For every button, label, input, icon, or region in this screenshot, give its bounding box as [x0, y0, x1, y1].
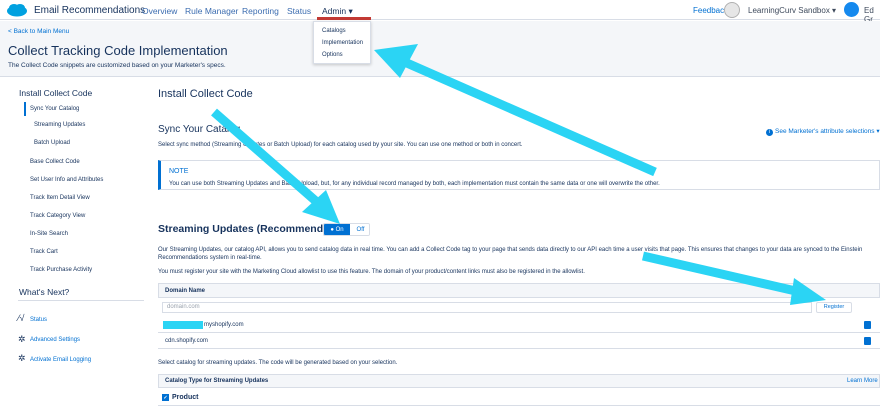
menu-item-catalogs[interactable]: Catalogs	[322, 28, 346, 34]
streaming-updates-heading: Streaming Updates (Recommended)	[158, 223, 339, 235]
note-body: You can use both Streaming Updates and B…	[169, 181, 660, 187]
catalog-row-product: ✓ Product	[158, 390, 880, 406]
domain-value: cdn.shopify.com	[165, 338, 208, 344]
domain-row: cdn.shopify.com	[158, 334, 880, 349]
account-switcher[interactable]: LearningCurv Sandbox ▾	[748, 6, 836, 15]
gear-icon: ✲	[18, 353, 26, 363]
sidebar-item-set-user-info[interactable]: Set User Info and Attributes	[30, 177, 103, 183]
register-description: You must register your site with the Mar…	[158, 269, 585, 275]
domain-table-header: Domain Name	[158, 283, 880, 298]
install-collect-code-heading: Install Collect Code	[158, 88, 253, 100]
streaming-description: Our Streaming Updates, our catalog API, …	[158, 246, 880, 262]
domain-input[interactable]: domain.com	[162, 302, 812, 313]
toggle-off-button[interactable]: Off	[350, 224, 369, 235]
marketer-attributes-link[interactable]: i See Marketer's attribute selections ▾	[766, 127, 880, 136]
sidebar-item-base-collect-code[interactable]: Base Collect Code	[30, 159, 80, 165]
sync-description: Select sync method (Streaming Updates or…	[158, 142, 523, 148]
sidebar-link-advanced-settings[interactable]: Advanced Settings	[30, 337, 80, 343]
pulse-icon: ⁄√	[18, 313, 25, 323]
product-checkbox[interactable]: ✓	[162, 394, 169, 401]
nav-overview[interactable]: Overview	[142, 6, 177, 16]
sidebar-link-email-logging[interactable]: Activate Email Logging	[30, 357, 91, 363]
streaming-description-line-1: Our Streaming Updates, our catalog API, …	[158, 247, 863, 253]
nav-admin[interactable]: Admin ▾	[322, 6, 353, 17]
cloud-logo-icon	[7, 4, 27, 17]
app-name[interactable]: Email Recommendations	[34, 5, 145, 16]
catalog-table-header: Catalog Type for Streaming Updates Learn…	[158, 374, 880, 388]
streaming-toggle[interactable]: ● On Off	[323, 223, 370, 236]
nav-status[interactable]: Status	[287, 6, 311, 16]
sidebar-item-sync-your-catalog[interactable]: Sync Your Catalog	[30, 106, 79, 112]
sidebar-item-in-site-search[interactable]: In-Site Search	[30, 231, 68, 237]
product-label: Product	[172, 394, 199, 401]
sidebar-heading: Install Collect Code	[19, 88, 93, 98]
trash-icon[interactable]	[864, 337, 871, 345]
register-button[interactable]: Register	[816, 302, 852, 313]
whats-next-heading: What's Next?	[19, 287, 70, 297]
sidebar-item-batch-upload[interactable]: Batch Upload	[34, 140, 70, 146]
feedback-avatar	[724, 2, 740, 18]
catalog-description: Select catalog for streaming updates. Th…	[158, 360, 398, 366]
sidebar-link-status[interactable]: Status	[30, 317, 47, 323]
top-navigation-bar: Email Recommendations Overview Rule Mana…	[0, 0, 880, 24]
learn-more-link[interactable]: Learn More	[847, 378, 878, 384]
sidebar-divider	[18, 300, 144, 301]
marketer-attributes-label: See Marketer's attribute selections	[775, 128, 875, 135]
menu-item-implementation[interactable]: Implementation	[322, 40, 363, 46]
sidebar-item-track-cart[interactable]: Track Cart	[30, 249, 58, 255]
info-icon: i	[766, 129, 773, 136]
trash-icon[interactable]	[864, 321, 871, 329]
domain-value: myshopify.com	[204, 322, 244, 328]
sidebar-item-streaming-updates[interactable]: Streaming Updates	[34, 122, 85, 128]
page-subtitle: The Collect Code snippets are customized…	[8, 62, 226, 69]
gear-icon: ✲	[18, 334, 26, 344]
catalog-column-header: Catalog Type for Streaming Updates	[165, 378, 269, 384]
nav-rule-manager[interactable]: Rule Manager	[185, 6, 238, 16]
domain-row: myshopify.com	[158, 318, 880, 333]
sidebar-item-track-purchase[interactable]: Track Purchase Activity	[30, 267, 92, 273]
sidebar-item-track-item-detail[interactable]: Track Item Detail View	[30, 195, 90, 201]
sidebar-item-track-category[interactable]: Track Category View	[30, 213, 85, 219]
note-title: NOTE	[169, 168, 189, 175]
note-box: NOTE You can use both Streaming Updates …	[158, 160, 880, 190]
arrow-head-toggle	[302, 190, 340, 224]
toggle-on-label: On	[335, 227, 344, 233]
admin-dropdown-menu: Catalogs Implementation Options	[313, 21, 371, 64]
page-title: Collect Tracking Code Implementation	[8, 43, 228, 58]
menu-item-options[interactable]: Options	[322, 52, 343, 58]
page-header: < Back to Main Menu Collect Tracking Cod…	[0, 21, 880, 77]
feedback-link[interactable]: Feedback	[693, 6, 728, 15]
user-avatar[interactable]	[844, 2, 859, 17]
toggle-on-button[interactable]: ● On	[324, 224, 350, 235]
domain-column-header: Domain Name	[165, 288, 206, 294]
sidebar-active-indicator	[24, 102, 26, 116]
nav-reporting[interactable]: Reporting	[242, 6, 279, 16]
sync-catalog-heading: Sync Your Catalog	[158, 124, 241, 135]
redacted-highlight	[163, 321, 203, 329]
nav-admin-active-indicator	[317, 17, 371, 20]
back-to-main-menu-link[interactable]: < Back to Main Menu	[8, 28, 69, 35]
streaming-description-line-2: Recommendations system in real-time.	[158, 255, 262, 261]
